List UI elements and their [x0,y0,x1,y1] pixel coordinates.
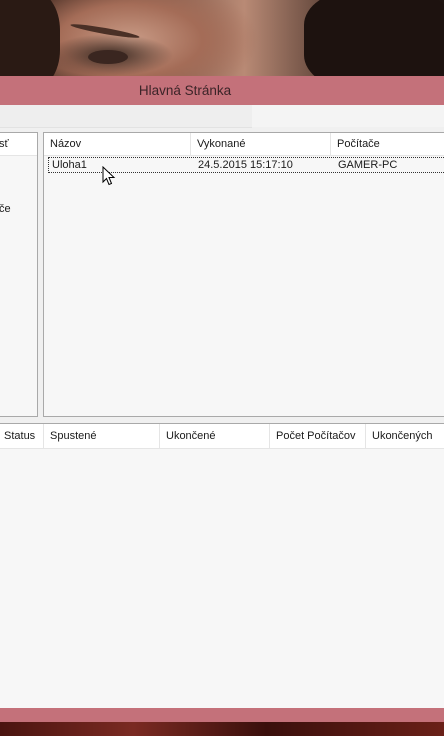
title-bar[interactable]: Hlavná Stránka [0,76,444,105]
column-header-status[interactable]: Status [0,424,44,448]
window-client-area: sť če Názov Vykonané Počítače Uloha1 24.… [0,105,444,708]
tasks-list-header: Názov Vykonané Počítače [44,133,444,156]
toolstrip-empty [252,105,444,127]
wallpaper-detail [70,21,140,41]
left-list-header[interactable]: sť [0,133,37,156]
wallpaper-detail [88,50,128,64]
column-header-completed[interactable]: Ukončených [366,424,444,448]
left-list-item[interactable]: če [0,203,11,215]
runs-list-header: Status Spustené Ukončené Počet Počítačov… [0,424,444,449]
column-header-finished[interactable]: Ukončené [160,424,270,448]
column-header-computers[interactable]: Počítače [331,133,444,155]
desktop-wallpaper [0,0,444,76]
runs-list[interactable]: Status Spustené Ukončené Počet Počítačov… [0,423,444,708]
task-executed-cell: 24.5.2015 15:17:10 [198,159,293,171]
mouse-pointer-icon [102,166,116,186]
main-window: Hlavná Stránka sť če Názov Vykonané Počí… [0,76,444,722]
task-computers-cell: GAMER-PC [338,159,398,171]
window-title: Hlavná Stránka [138,83,232,98]
column-header-executed[interactable]: Vykonané [191,133,331,155]
toolstrip [0,105,252,128]
column-header-started[interactable]: Spustené [44,424,160,448]
desktop-wallpaper-bottom [0,722,444,736]
task-name-cell: Uloha1 [52,159,87,171]
wallpaper-detail [0,0,60,76]
wallpaper-detail [304,0,444,76]
left-list-panel[interactable]: sť če [0,132,38,417]
column-header-computer-count[interactable]: Počet Počítačov [270,424,366,448]
window-bottom-border [0,708,444,722]
column-header-name[interactable]: Názov [44,133,191,155]
